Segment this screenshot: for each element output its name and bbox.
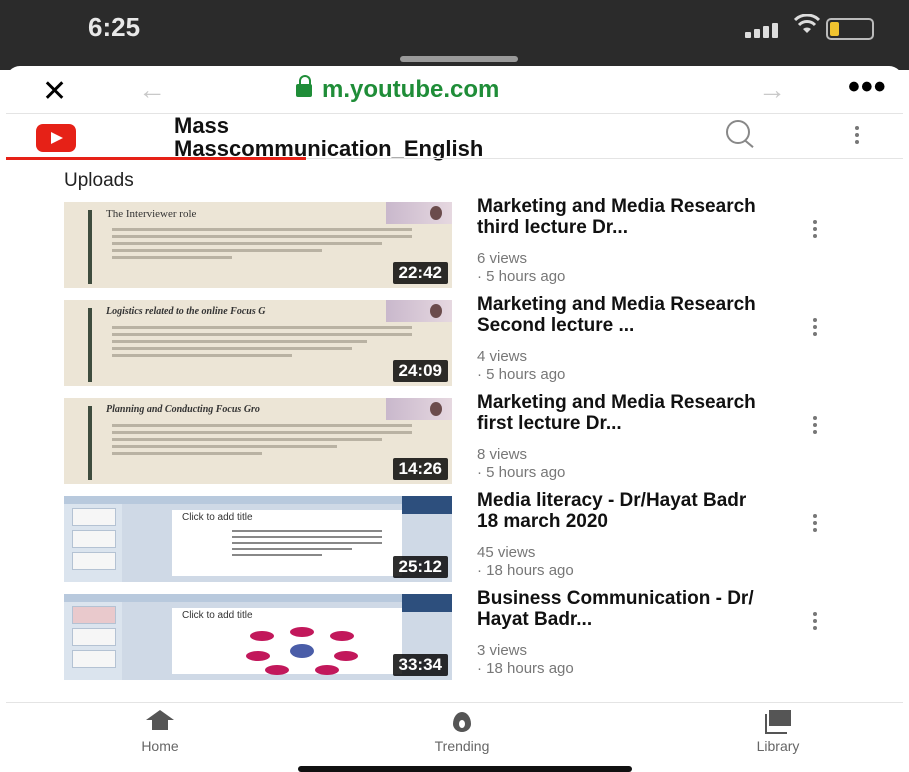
video-title[interactable]: Marketing and Media Research Second lect… — [477, 294, 767, 336]
presenter-cam — [386, 300, 452, 322]
video-duration: 33:34 — [392, 654, 448, 676]
thumbnail-slide-title: Logistics related to the online Focus G — [106, 306, 266, 317]
trending-icon — [453, 710, 471, 732]
thumbnail-slide-title: Click to add title — [182, 512, 253, 523]
video-title[interactable]: Marketing and Media Research third lectu… — [477, 196, 767, 238]
kebab-icon[interactable] — [852, 126, 862, 147]
thumbnail-slide-title: Planning and Conducting Focus Gro — [106, 404, 260, 415]
video-views: 8 views — [477, 446, 528, 463]
video-age: · 5 hours ago — [477, 366, 566, 383]
nav-trending[interactable]: Trending — [402, 710, 522, 754]
video-thumbnail[interactable]: Planning and Conducting Focus Gro 14:26 — [64, 398, 452, 484]
video-views: 6 views — [477, 250, 528, 267]
video-row[interactable]: The Interviewer role 22:42 Marketing and… — [64, 196, 864, 292]
video-row[interactable]: Planning and Conducting Focus Gro 14:26 … — [64, 392, 864, 488]
video-row[interactable]: Click to add title 25:12 Media literacy … — [64, 490, 864, 586]
presenter-cam — [386, 202, 452, 224]
channel-name: Mass Masscommunication_English — [174, 114, 483, 160]
thumbnail-slide-title: The Interviewer role — [106, 208, 197, 220]
video-thumbnail[interactable]: Click to add title 25:12 — [64, 496, 452, 582]
url-bar: ✕ ← m.youtube.com → ••• — [6, 66, 903, 112]
presenter-cam — [386, 398, 452, 420]
video-views: 45 views — [477, 544, 536, 561]
kebab-icon[interactable] — [810, 612, 820, 633]
more-icon[interactable]: ••• — [848, 68, 887, 107]
video-views: 4 views — [477, 348, 528, 365]
status-bar: 6:25 — [0, 0, 909, 70]
home-icon — [146, 710, 174, 732]
kebab-icon[interactable] — [810, 220, 820, 241]
url-text: m.youtube.com — [322, 76, 500, 103]
video-age: · 5 hours ago — [477, 268, 566, 285]
url-display[interactable]: m.youtube.com — [296, 75, 500, 104]
nav-trending-label: Trending — [434, 738, 490, 754]
video-duration: 25:12 — [392, 556, 448, 578]
diagram-graphic — [246, 627, 358, 675]
presenter-cam — [402, 496, 452, 514]
signal-icon — [745, 20, 781, 38]
forward-arrow-icon[interactable]: → — [758, 74, 786, 106]
channel-name-line1: Mass — [174, 113, 230, 138]
youtube-logo-icon[interactable] — [36, 124, 76, 152]
kebab-icon[interactable] — [810, 514, 820, 535]
kebab-icon[interactable] — [810, 318, 820, 339]
status-time: 6:25 — [88, 12, 141, 42]
active-tab-indicator — [6, 157, 306, 160]
video-duration: 22:42 — [392, 262, 448, 284]
video-age: · 18 hours ago — [477, 562, 574, 579]
library-icon — [765, 710, 791, 734]
search-icon[interactable] — [726, 120, 750, 144]
wifi-icon — [793, 13, 821, 39]
video-thumbnail[interactable]: Click to add title 33:34 — [64, 594, 452, 680]
video-row[interactable]: Logistics related to the online Focus G … — [64, 294, 864, 390]
video-title[interactable]: Business Communication - Dr/ Hayat Badr.… — [477, 588, 767, 630]
thumbnail-slide-title: Click to add title — [182, 610, 253, 621]
battery-icon — [826, 18, 874, 40]
nav-library-label: Library — [756, 738, 800, 754]
video-row[interactable]: Click to add title 33:34 Business Commun… — [64, 588, 864, 684]
divider — [6, 702, 903, 703]
kebab-icon[interactable] — [810, 416, 820, 437]
home-indicator — [298, 766, 632, 772]
nav-home-label: Home — [141, 738, 179, 754]
browser-sheet: ✕ ← m.youtube.com → ••• Mass Masscommuni… — [6, 66, 903, 772]
nav-home[interactable]: Home — [100, 710, 220, 754]
video-duration: 14:26 — [392, 458, 448, 480]
video-thumbnail[interactable]: Logistics related to the online Focus G … — [64, 300, 452, 386]
divider — [306, 158, 903, 159]
sheet-grabber[interactable] — [400, 56, 518, 62]
back-arrow-icon[interactable]: ← — [138, 74, 166, 106]
lock-icon — [296, 75, 312, 97]
close-icon[interactable]: ✕ — [42, 74, 67, 109]
video-title[interactable]: Marketing and Media Research first lectu… — [477, 392, 767, 434]
video-thumbnail[interactable]: The Interviewer role 22:42 — [64, 202, 452, 288]
video-age: · 18 hours ago — [477, 660, 574, 677]
section-title: Uploads — [64, 170, 134, 191]
video-title[interactable]: Media literacy - Dr/Hayat Badr 18 march … — [477, 490, 767, 532]
video-age: · 5 hours ago — [477, 464, 566, 481]
nav-library[interactable]: Library — [718, 710, 838, 754]
presenter-cam — [402, 594, 452, 612]
video-views: 3 views — [477, 642, 528, 659]
video-duration: 24:09 — [392, 360, 448, 382]
